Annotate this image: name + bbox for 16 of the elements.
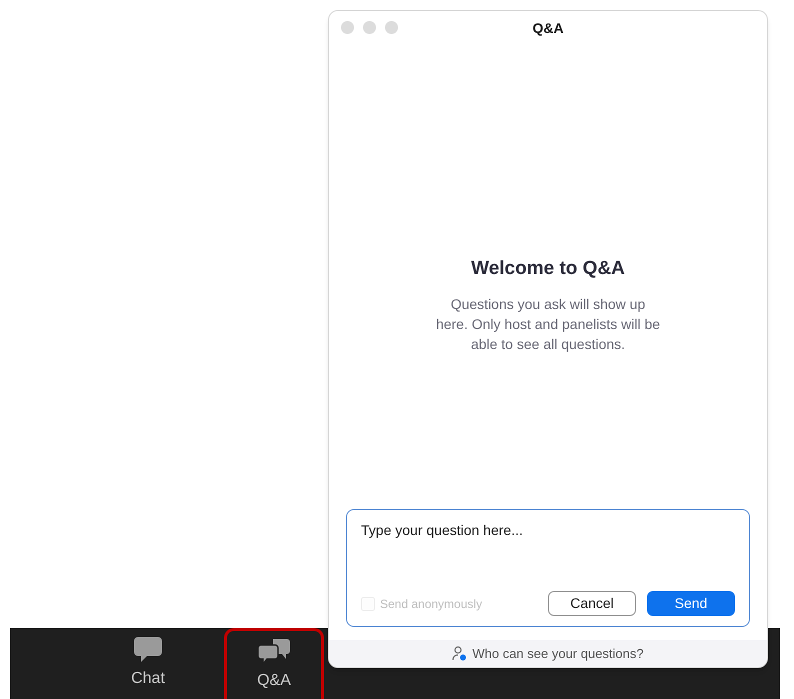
question-field[interactable]: Type your question here... (361, 520, 735, 591)
cancel-button[interactable]: Cancel (548, 591, 636, 616)
chat-bubble-icon (133, 636, 163, 663)
toolbar-button[interactable]: Q&A (224, 628, 324, 699)
window-title: Q&A (532, 18, 564, 38)
welcome-text: Questions you ask will show up here. Only host and panelists will be able to see all questions. (434, 294, 662, 354)
anonymous-label: Send anonymously (380, 596, 482, 612)
window-control-icon[interactable] (341, 21, 354, 34)
window-control-icon[interactable] (385, 21, 398, 34)
chat-bubbles-icon (257, 638, 291, 664)
welcome-heading: Welcome to Q&A (471, 257, 625, 282)
person-icon (452, 646, 468, 661)
send-button[interactable]: Send (647, 591, 735, 616)
window-control-icon[interactable] (363, 21, 376, 34)
toolbar-button[interactable]: Chat (98, 628, 198, 699)
who-can-see-link[interactable]: Who can see your questions? (472, 644, 644, 664)
